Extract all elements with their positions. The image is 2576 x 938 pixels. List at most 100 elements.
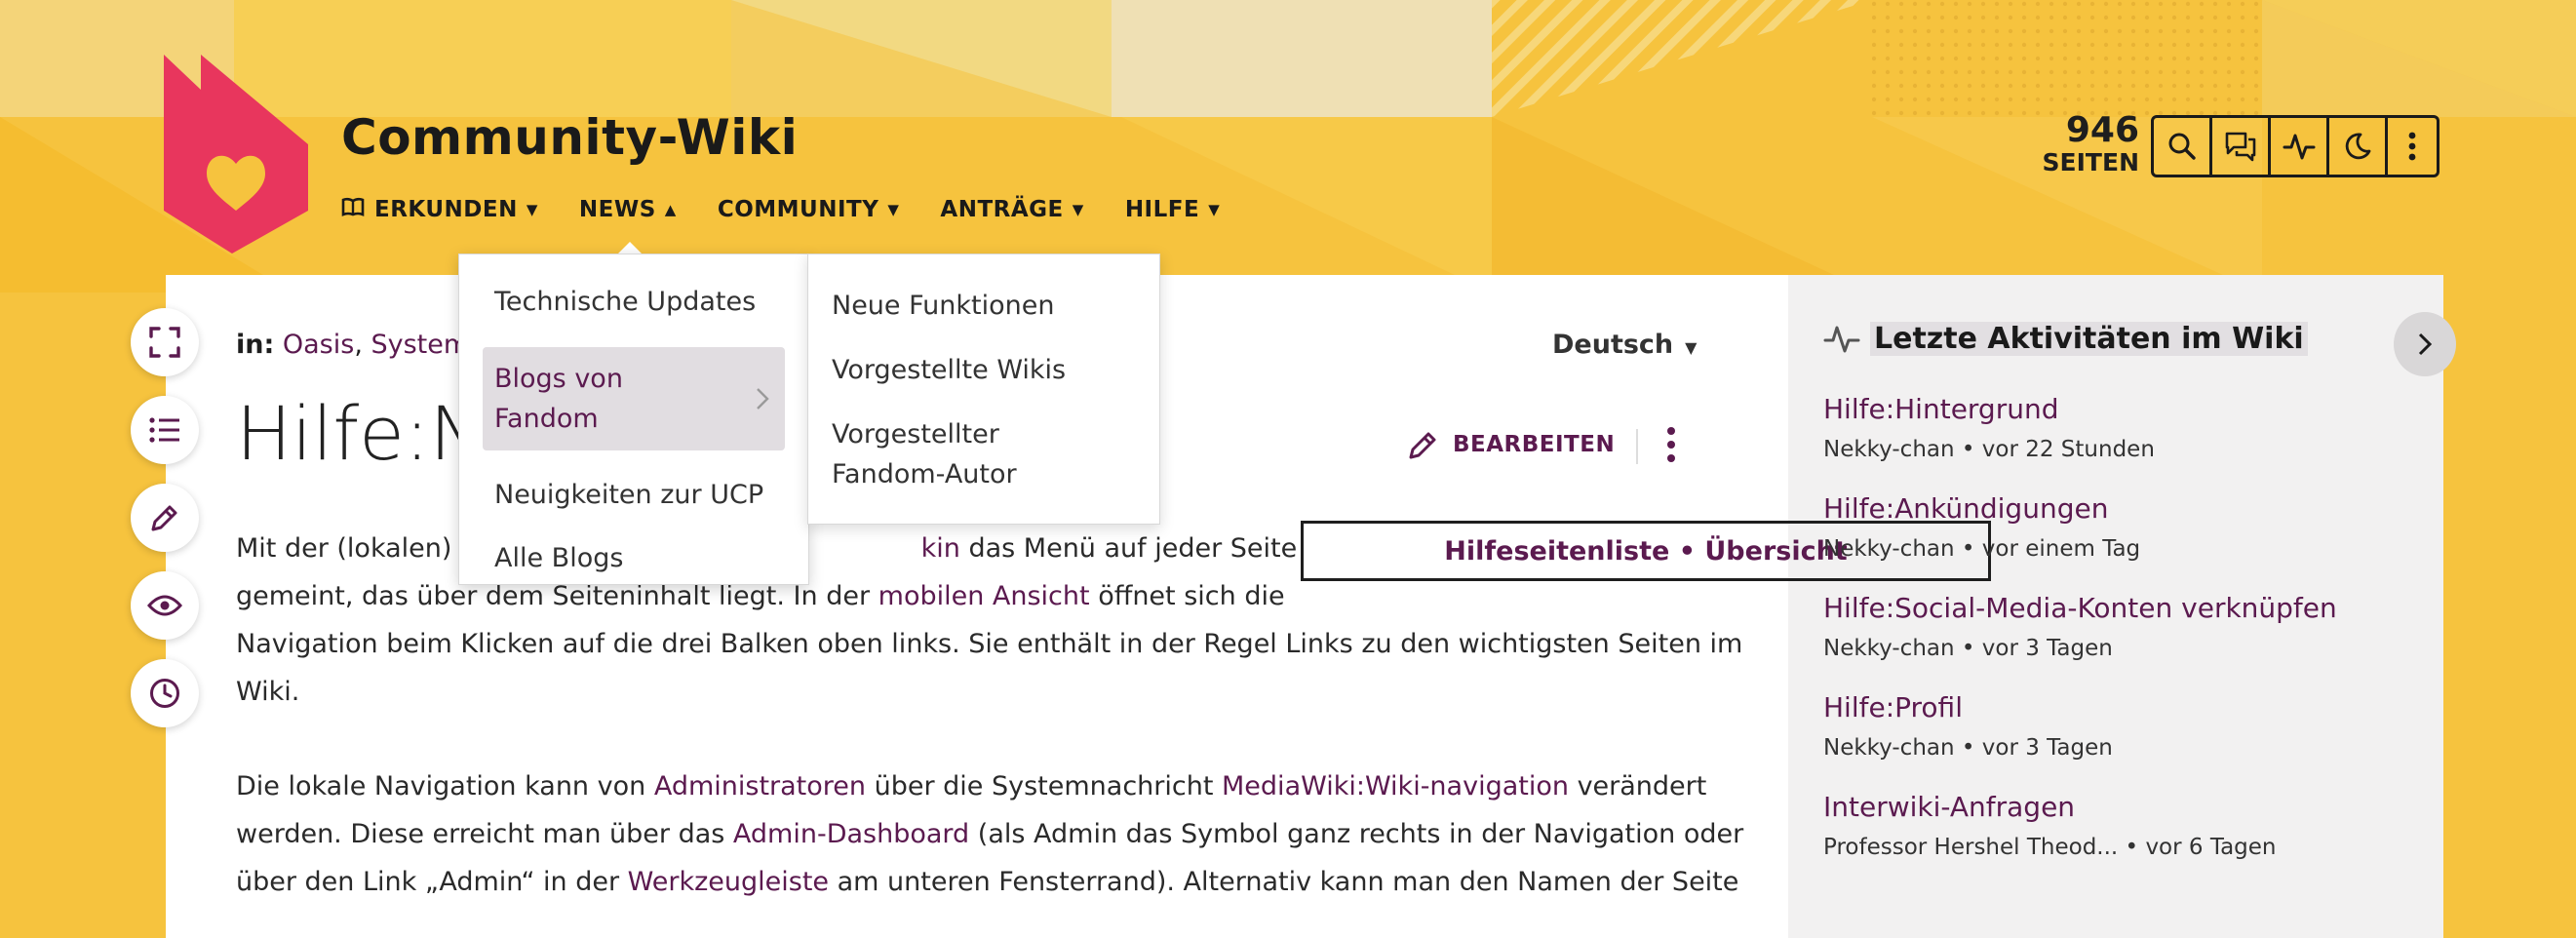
- breadcrumb-label: in:: [236, 330, 275, 360]
- activity-meta: Professor Hershel Theod... • vor 6 Tagen: [1823, 827, 2428, 868]
- text: Mit der (lokalen): [236, 533, 461, 564]
- page-count[interactable]: 946 SEITEN: [2040, 110, 2139, 176]
- rail-heading-text: Letzte Aktivitäten im Wiki: [1870, 322, 2308, 356]
- activity-item: Hilfe:Social-Media-Konten verknüpfen Nek…: [1823, 589, 2428, 669]
- activity-user[interactable]: Nekky-chan: [1823, 437, 1955, 462]
- nav-antraege[interactable]: ANTRÄGE ▼: [940, 197, 1083, 222]
- nav-hilfe[interactable]: HILFE ▼: [1125, 197, 1220, 222]
- activity-icon[interactable]: [2271, 118, 2329, 175]
- wiki-title[interactable]: Community-Wiki: [341, 109, 798, 166]
- nav-community[interactable]: COMMUNITY ▼: [718, 197, 900, 222]
- text: verändert: [1568, 771, 1707, 801]
- inline-link[interactable]: mobilen Ansicht: [878, 581, 1090, 611]
- activity-link[interactable]: Hilfe:Profil: [1823, 688, 2428, 727]
- activity-meta: Nekky-chan • vor 3 Tagen: [1823, 628, 2428, 669]
- rail-heading: Letzte Aktivitäten im Wiki: [1823, 322, 2308, 356]
- activity-link[interactable]: Interwiki-Anfragen: [1823, 788, 2428, 827]
- inline-link[interactable]: kin: [921, 533, 960, 564]
- more-icon[interactable]: [2388, 118, 2437, 175]
- activity-link[interactable]: Hilfe:Ankündigungen: [1823, 489, 2428, 528]
- activity-link[interactable]: Hilfe:Social-Media-Konten verknüpfen: [1823, 589, 2428, 628]
- inline-link[interactable]: Admin-Dashboard: [733, 819, 969, 849]
- dropdown-item-alle-blogs[interactable]: Alle Blogs: [459, 540, 808, 577]
- text: gemeint, das über dem Seiteninhalt liegt…: [236, 581, 878, 611]
- chevron-down-icon: ▼: [1208, 201, 1221, 218]
- text: am unteren Fensterrand). Alternativ kann…: [829, 867, 1739, 897]
- activity-time: vor 22 Stunden: [1981, 437, 2155, 462]
- activity-time: vor 3 Tagen: [1981, 735, 2113, 761]
- separator: •: [1961, 536, 1975, 562]
- activity-user[interactable]: Nekky-chan: [1823, 735, 1955, 761]
- dropdown-item-label: Blogs von Fandom: [494, 364, 623, 434]
- chevron-right-icon: [756, 382, 769, 422]
- dropdown-item-neuigkeiten-ucp[interactable]: Neuigkeiten zur UCP: [459, 477, 808, 514]
- activity-user[interactable]: Professor Hershel Theod...: [1823, 835, 2118, 860]
- text: über die Systemnachricht: [866, 771, 1223, 801]
- text: öffnet sich die: [1089, 581, 1285, 611]
- watch-icon[interactable]: [131, 571, 199, 640]
- activity-meta: Nekky-chan • vor einem Tag: [1823, 528, 2428, 569]
- activity-meta: Nekky-chan • vor 22 Stunden: [1823, 429, 2428, 470]
- activity-user[interactable]: Nekky-chan: [1823, 536, 1955, 562]
- wiki-tools: [2151, 115, 2439, 177]
- nav-label: COMMUNITY: [717, 197, 879, 222]
- discussions-icon[interactable]: [2212, 118, 2271, 175]
- news-submenu: Neue Funktionen Vorgestellte Wikis Vorge…: [807, 254, 1160, 525]
- activity-item: Hilfe:Hintergrund Nekky-chan • vor 22 St…: [1823, 390, 2428, 470]
- chevron-down-icon: ▼: [1072, 201, 1084, 218]
- separator: •: [1961, 636, 1975, 661]
- nav-label: ERKUNDEN: [374, 197, 518, 222]
- rail-collapse-button[interactable]: [2394, 312, 2456, 376]
- inline-link[interactable]: MediaWiki:Wiki-navigation: [1222, 771, 1569, 801]
- pencil-icon: [1409, 432, 1436, 459]
- text: Wiki.: [236, 677, 300, 707]
- inline-link[interactable]: Werkzeugleiste: [628, 867, 829, 897]
- activity-item: Interwiki-Anfragen Professor Hershel The…: [1823, 788, 2428, 868]
- nav-label: ANTRÄGE: [940, 197, 1064, 222]
- page-actions-more-icon[interactable]: [1665, 423, 1677, 470]
- dropdown-item-technische-updates[interactable]: Technische Updates: [459, 284, 808, 321]
- chevron-down-icon: ▼: [887, 201, 900, 218]
- submenu-item-neue-funktionen[interactable]: Neue Funktionen: [808, 286, 1159, 326]
- breadcrumb: in: Oasis, Systemn: [236, 330, 487, 360]
- nav-erkunden[interactable]: ERKUNDEN ▼: [341, 197, 538, 222]
- breadcrumb-link[interactable]: Oasis: [283, 330, 354, 360]
- activity-user[interactable]: Nekky-chan: [1823, 636, 1955, 661]
- toc-icon[interactable]: [131, 396, 199, 464]
- text: Navigation beim Klicken auf die drei Bal…: [236, 629, 1743, 659]
- chevron-down-icon: ▼: [526, 201, 538, 218]
- search-icon[interactable]: [2154, 118, 2212, 175]
- activity-time: vor 3 Tagen: [1981, 636, 2113, 661]
- activity-link[interactable]: Hilfe:Hintergrund: [1823, 390, 2428, 429]
- activity-time: vor 6 Tagen: [2145, 835, 2277, 860]
- dropdown-item-blogs-von-fandom[interactable]: Blogs von Fandom: [483, 347, 785, 450]
- paragraph: Die lokale Navigation kann von Administr…: [236, 762, 1743, 906]
- floating-page-tools: [131, 308, 199, 747]
- edit-button[interactable]: BEARBEITEN: [1406, 427, 1615, 462]
- recent-activity-list: Hilfe:Hintergrund Nekky-chan • vor 22 St…: [1823, 390, 2428, 887]
- edit-label: BEARBEITEN: [1453, 432, 1616, 457]
- activity-item: Hilfe:Profil Nekky-chan • vor 3 Tagen: [1823, 688, 2428, 768]
- inline-link[interactable]: Administratoren: [654, 771, 866, 801]
- edit-icon[interactable]: [131, 484, 199, 552]
- nav-label: NEWS: [578, 197, 656, 222]
- language-label: Deutsch: [1552, 330, 1674, 360]
- text: Die lokale Navigation kann von: [236, 771, 654, 801]
- page-count-number: 946: [2065, 110, 2139, 150]
- fandom-logo[interactable]: [164, 55, 308, 254]
- activity-meta: Nekky-chan • vor 3 Tagen: [1823, 727, 2428, 768]
- divider: [1636, 429, 1638, 464]
- page-count-label: SEITEN: [2042, 148, 2139, 176]
- submenu-item-vorgestellte-wikis[interactable]: Vorgestellte Wikis: [808, 350, 1159, 390]
- fullscreen-icon[interactable]: [131, 308, 199, 376]
- chevron-down-icon: ▼: [1685, 338, 1698, 357]
- history-icon[interactable]: [131, 659, 199, 727]
- language-selector[interactable]: Deutsch ▼: [1552, 330, 1697, 360]
- nav-news[interactable]: NEWS ▲: [579, 197, 677, 222]
- submenu-item-vorgestellter-autor[interactable]: Vorgestellter Fandom-Autor: [808, 414, 1070, 494]
- dark-mode-icon[interactable]: [2329, 118, 2388, 175]
- book-icon: [341, 197, 365, 222]
- chevron-up-icon: ▲: [664, 201, 677, 218]
- chevron-right-icon: [2418, 332, 2433, 356]
- activity-time: vor einem Tag: [1981, 536, 2141, 562]
